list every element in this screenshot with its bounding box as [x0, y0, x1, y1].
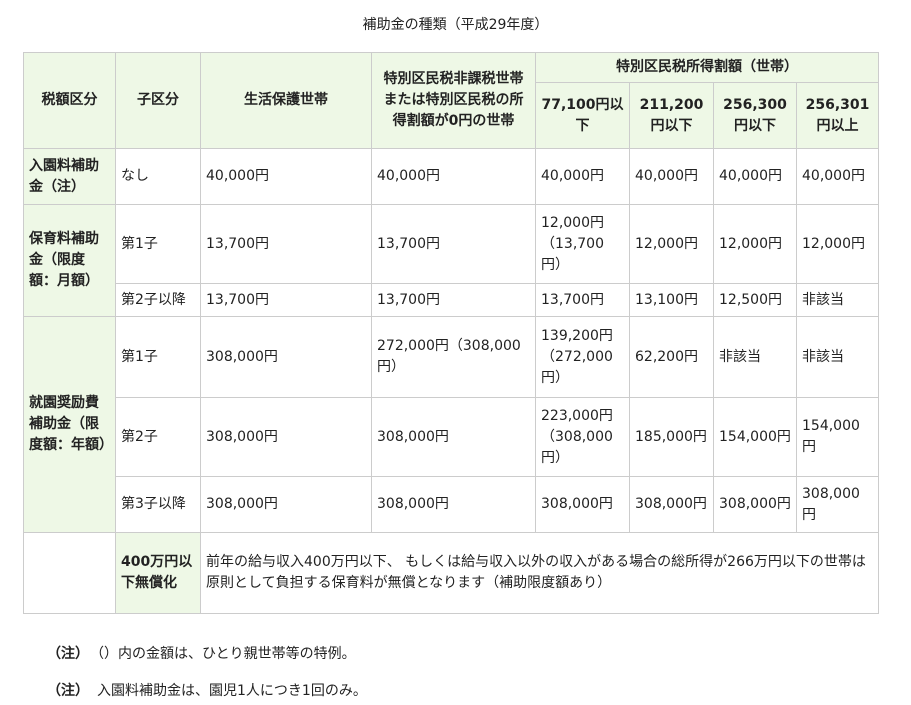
table-caption: 補助金の種類（平成29年度）	[362, 17, 549, 33]
header-bracket-3: 256,300円以下	[713, 82, 797, 149]
table-cell: 12,000円（13,700円）	[535, 204, 630, 284]
header-child-class: 子区分	[115, 52, 201, 149]
table-cell: 308,000円	[629, 476, 714, 533]
header-nontax: 特別区民税非課税世帯または特別区民税の所得割額が0円の世帯	[371, 52, 536, 149]
table-cell: 40,000円	[200, 148, 372, 205]
header-bracket-2: 211,200円以下	[629, 82, 714, 149]
table-cell: 308,000円	[371, 397, 536, 477]
child-class-cell: 第2子以降	[115, 283, 201, 317]
header-bracket-1: 77,100円以下	[535, 82, 630, 149]
footnote-text: 入園料補助金は、園児1人につき1回のみ。	[97, 683, 367, 699]
row-label-shuen: 就園奨励費補助金（限度額：年額）	[23, 316, 116, 533]
table-row: 入園料補助金（注） なし 40,000円 40,000円 40,000円 40,…	[23, 148, 879, 205]
table-cell: 185,000円	[629, 397, 714, 477]
table-cell: 13,700円	[535, 283, 630, 317]
table-cell: 139,200円（272,000円）	[535, 316, 630, 398]
child-class-cell: なし	[115, 148, 201, 205]
table-row: 第2子 308,000円 308,000円 223,000円（308,000円）…	[24, 397, 879, 477]
table-cell: 308,000円	[200, 397, 372, 477]
table-cell: 12,000円	[629, 204, 714, 284]
table-cell: 308,000円	[200, 476, 372, 533]
table-cell: 13,100円	[629, 283, 714, 317]
table-cell: 12,000円	[796, 204, 879, 284]
table-cell: 13,700円	[371, 283, 536, 317]
footnote-text: （）内の金額は、ひとり親世帯等の特例。	[97, 646, 356, 662]
table-cell: 非該当	[796, 283, 879, 317]
header-bracket-4: 256,301円以上	[796, 82, 879, 149]
table-cell: 62,200円	[629, 316, 714, 398]
header-welfare: 生活保護世帯	[200, 52, 372, 149]
table-row: 第2子以降 13,700円 13,700円 13,700円 13,100円 12…	[24, 283, 879, 317]
table-cell: 非該当	[796, 316, 879, 398]
table-cell: 40,000円	[535, 148, 630, 205]
table-cell: 272,000円（308,000円）	[371, 316, 536, 398]
row-label-entry: 入園料補助金（注）	[23, 148, 116, 205]
table-cell: 308,000円	[796, 476, 879, 533]
footnote: （注） 入園料補助金は、園児1人につき1回のみ。	[47, 680, 367, 700]
subsidy-table: 税額区分 子区分 生活保護世帯 特別区民税非課税世帯または特別区民税の所得割額が…	[23, 52, 879, 614]
child-class-cell: 第2子	[115, 397, 201, 477]
table-cell: 40,000円	[796, 148, 879, 205]
empty-cell	[23, 532, 116, 614]
row-label-hoiku: 保育料補助金（限度額：月額）	[23, 204, 116, 317]
header-income-group: 特別区民税所得割額（世帯）	[535, 52, 879, 83]
row-label-free: 400万円以下無償化	[115, 532, 201, 614]
table-row: 就園奨励費補助金（限度額：年額） 第1子 308,000円 272,000円（3…	[23, 316, 879, 533]
table-row: 保育料補助金（限度額：月額） 第1子 13,700円 13,700円 12,00…	[23, 204, 879, 317]
table-cell: 40,000円	[713, 148, 797, 205]
child-class-cell: 第1子	[115, 204, 201, 284]
table-cell: 40,000円	[629, 148, 714, 205]
header-row-1: 税額区分 子区分 生活保護世帯 特別区民税非課税世帯または特別区民税の所得割額が…	[23, 52, 879, 149]
footnote-mark: （注）	[47, 683, 89, 699]
footnote-mark: （注）	[47, 646, 89, 662]
table-cell: 12,500円	[713, 283, 797, 317]
table-cell: 12,000円	[713, 204, 797, 284]
table-cell: 154,000円	[713, 397, 797, 477]
table-cell: 13,700円	[200, 204, 372, 284]
child-class-cell: 第1子	[115, 316, 201, 398]
table-cell: 223,000円（308,000円）	[535, 397, 630, 477]
table-cell: 154,000円	[796, 397, 879, 477]
table-cell: 308,000円	[713, 476, 797, 533]
table-cell: 13,700円	[200, 283, 372, 317]
table-row: 第3子以降 308,000円 308,000円 308,000円 308,000…	[24, 476, 879, 533]
header-tax-class: 税額区分	[23, 52, 116, 149]
table-row: 400万円以下無償化 前年の給与収入400万円以下、 もしくは給与収入以外の収入…	[23, 532, 879, 614]
footnote: （注） （）内の金額は、ひとり親世帯等の特例。	[47, 643, 356, 663]
table-cell: 308,000円	[535, 476, 630, 533]
table-cell: 308,000円	[371, 476, 536, 533]
free-description-cell: 前年の給与収入400万円以下、 もしくは給与収入以外の収入がある場合の総所得が2…	[200, 532, 879, 614]
child-class-cell: 第3子以降	[115, 476, 201, 533]
table-cell: 308,000円	[200, 316, 372, 398]
table-cell: 13,700円	[371, 204, 536, 284]
table-cell: 40,000円	[371, 148, 536, 205]
table-cell: 非該当	[713, 316, 797, 398]
